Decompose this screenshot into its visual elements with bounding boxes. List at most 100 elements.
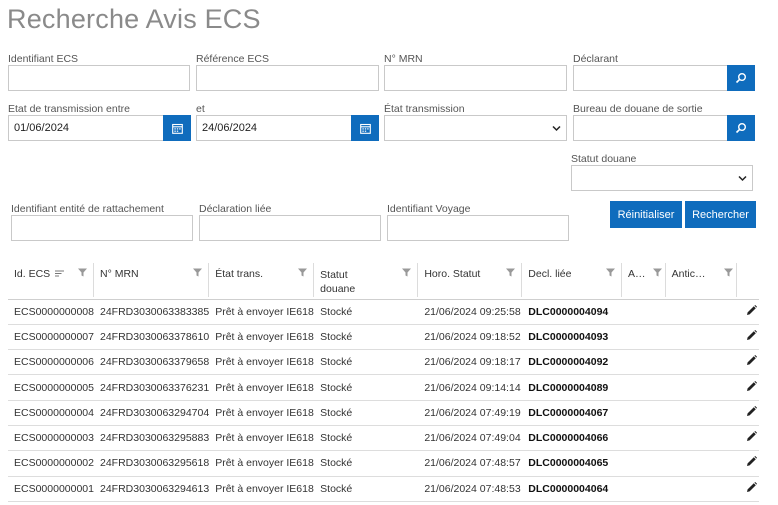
declaration-liee-label: Déclaration liée (199, 203, 272, 215)
column-header-horo-statut[interactable]: Horo. Statut (418, 261, 523, 300)
chevron-down-icon (552, 125, 561, 132)
entite-rattachement-label: Identifiant entité de rattachement (11, 203, 164, 215)
statut-douane-group: Statut douane (571, 152, 636, 166)
pencil-edit-icon[interactable] (746, 456, 757, 467)
reference-ecs-group: Référence ECS (196, 52, 269, 66)
table-row[interactable]: ECS0000000008 24FRD3030063383385 Prêt à en… (8, 299, 759, 325)
column-header-antic[interactable]: Antic… (665, 261, 738, 300)
identifiant-ecs-group: Identifiant ECS (8, 52, 78, 66)
pencil-edit-icon[interactable] (746, 405, 757, 417)
results-table: Id. ECS N° MRN État trans. Statut douane (8, 261, 759, 502)
pencil-edit-icon[interactable] (746, 380, 757, 392)
pencil-edit-icon[interactable] (746, 304, 757, 316)
declaration-liee-input[interactable] (199, 215, 381, 241)
filter-icon[interactable] (606, 268, 616, 277)
bureau-sortie-input[interactable] (573, 115, 728, 141)
cell-mrn: 24FRD3030063376231 (94, 374, 210, 401)
declarant-input[interactable] (573, 65, 728, 91)
table-row[interactable]: ECS0000000006 24FRD3030063379658 Prêt à en… (8, 349, 759, 376)
cell-actions (737, 450, 759, 477)
date-to-label: et (196, 103, 205, 115)
statut-douane-label: Statut douane (571, 153, 637, 165)
pencil-edit-icon[interactable] (746, 481, 757, 493)
reference-ecs-label: Référence ECS (196, 53, 269, 65)
search-icon (735, 123, 746, 134)
entite-rattachement-input[interactable] (11, 215, 193, 241)
cell-etat-trans: Prêt à envoyer IE618 (209, 476, 315, 502)
table-row[interactable]: ECS0000000002 24FRD3030063295618 Prêt à en… (8, 450, 759, 477)
declarant-search-button[interactable] (727, 65, 755, 91)
cell-horo-statut: 21/06/2024 09:18:17 (418, 349, 523, 376)
cell-etat-trans: Prêt à envoyer IE618 (209, 400, 315, 426)
cell-actions (737, 374, 759, 401)
cell-a (622, 349, 666, 376)
cell-id-ecs: ECS0000000003 (8, 425, 94, 452)
filter-icon[interactable] (298, 268, 308, 277)
pencil-edit-icon[interactable] (746, 431, 757, 442)
cell-antic (665, 425, 738, 452)
cell-antic (665, 450, 738, 477)
cell-antic (665, 299, 738, 325)
filter-icon[interactable] (652, 268, 662, 277)
identifiant-voyage-label: Identifiant Voyage (387, 203, 471, 215)
search-icon (735, 73, 746, 84)
column-header-label: N° MRN (100, 268, 139, 280)
table-row[interactable]: ECS0000000005 24FRD3030063376231 Prêt à en… (8, 374, 759, 401)
reset-button[interactable]: Réinitialiser (610, 201, 682, 228)
bureau-sortie-search-button[interactable] (727, 115, 755, 141)
column-header-id-ecs[interactable]: Id. ECS (8, 261, 94, 300)
table-row[interactable]: ECS0000000001 24FRD3030063294613 Prêt à en… (8, 476, 759, 502)
filter-icon[interactable] (402, 268, 412, 277)
filter-icon[interactable] (506, 268, 516, 277)
column-header-decl-liee[interactable]: Decl. liée (522, 261, 623, 300)
table-row[interactable]: ECS0000000003 24FRD3030063295883 Prêt à en… (8, 425, 759, 452)
cell-a (622, 450, 666, 477)
column-header-statut-douane[interactable]: Statut douane (314, 261, 419, 300)
cell-statut-douane: Stocké (314, 324, 419, 351)
column-header-a[interactable]: A… (622, 261, 666, 300)
cell-decl-liee: DLC0000004065 (522, 450, 623, 477)
chevron-down-icon (738, 175, 747, 182)
date-to-calendar-button[interactable] (351, 115, 379, 141)
column-header-etat-trans[interactable]: État trans. (209, 261, 315, 300)
filter-icon[interactable] (193, 268, 203, 277)
cell-horo-statut: 21/06/2024 07:49:04 (418, 425, 523, 452)
etat-transmission-select[interactable] (384, 115, 567, 141)
filter-icon[interactable] (724, 268, 734, 277)
search-button[interactable]: Rechercher (685, 201, 756, 228)
table-row[interactable]: ECS0000000004 24FRD3030063294704 Prêt à en… (8, 400, 759, 426)
cell-a (622, 400, 666, 426)
cell-decl-liee: DLC0000004092 (522, 349, 623, 376)
cell-antic (665, 349, 738, 376)
cell-horo-statut: 21/06/2024 09:25:58 (418, 299, 523, 325)
date-from-input[interactable] (8, 115, 164, 141)
pencil-edit-icon[interactable] (746, 355, 757, 366)
cell-actions (737, 476, 759, 502)
calendar-icon (359, 123, 371, 134)
identifiant-voyage-input[interactable] (387, 215, 569, 241)
cell-mrn: 24FRD3030063295883 (94, 425, 210, 452)
cell-id-ecs: ECS0000000002 (8, 450, 94, 477)
cell-a (622, 425, 666, 452)
cell-decl-liee: DLC0000004064 (522, 476, 623, 502)
table-row[interactable]: ECS0000000007 24FRD3030063378610 Prêt à en… (8, 324, 759, 351)
mrn-input[interactable] (384, 65, 567, 91)
filter-icon[interactable] (78, 268, 87, 277)
column-header-mrn[interactable]: N° MRN (94, 261, 210, 300)
cell-horo-statut: 21/06/2024 07:49:19 (418, 400, 523, 426)
cell-decl-liee: DLC0000004089 (522, 374, 623, 401)
cell-mrn: 24FRD3030063383385 (94, 299, 210, 325)
column-header-label: Id. ECS (14, 268, 51, 280)
date-from-group: Etat de transmission entre (8, 102, 130, 116)
identifiant-ecs-input[interactable] (8, 65, 190, 91)
date-to-input[interactable] (196, 115, 352, 141)
identifiant-voyage-group: Identifiant Voyage (387, 202, 470, 216)
cell-id-ecs: ECS0000000006 (8, 349, 94, 376)
statut-douane-select[interactable] (571, 165, 753, 191)
date-from-calendar-button[interactable] (163, 115, 191, 141)
sort-icon[interactable] (55, 270, 65, 278)
cell-actions (737, 349, 759, 376)
calendar-icon (171, 123, 183, 134)
pencil-edit-icon[interactable] (746, 329, 757, 341)
reference-ecs-input[interactable] (196, 65, 379, 91)
